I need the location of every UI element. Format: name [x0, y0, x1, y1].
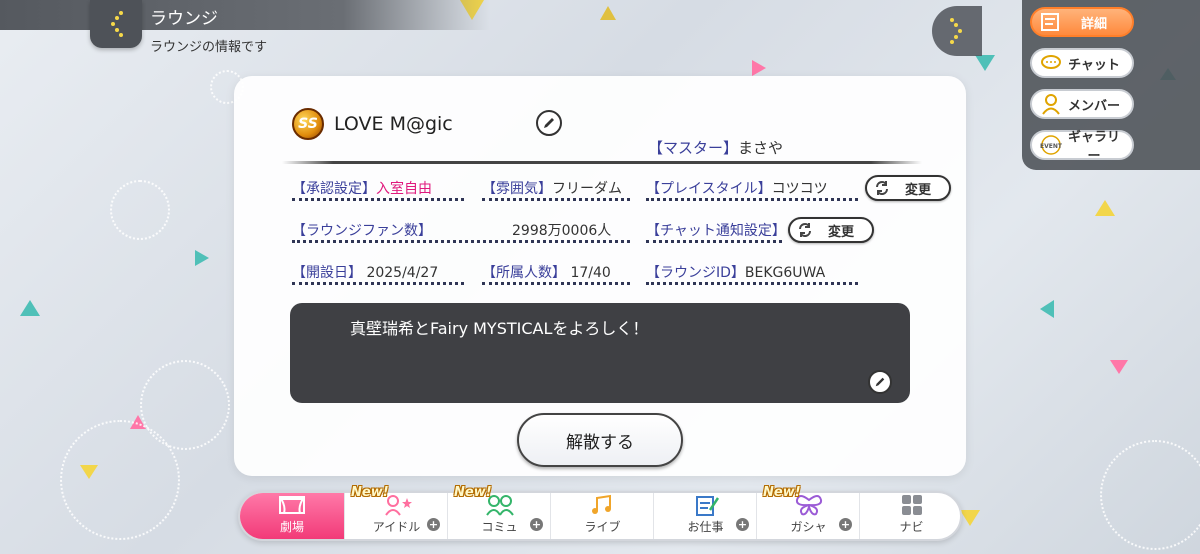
nav-theater[interactable]: 劇場	[240, 493, 344, 539]
side-menu-label: チャット	[1068, 57, 1120, 73]
side-menu-chat[interactable]: チャット	[1030, 48, 1134, 78]
nav-label: ガシャ	[790, 520, 827, 534]
fans-value: 2998万0006人	[512, 223, 612, 239]
disband-button[interactable]: 解散する	[517, 413, 683, 467]
fans-key-field: 【ラウンジファン数】	[292, 220, 432, 240]
nav-label: コミュ	[481, 520, 518, 534]
edit-comment-button[interactable]	[868, 370, 892, 394]
refresh-icon	[794, 222, 816, 238]
fans-key: 【ラウンジファン数】	[292, 223, 432, 239]
dotted-underline	[482, 198, 630, 201]
nav-label: お仕事	[687, 520, 724, 534]
lounge-id-value: BEKG6UWA	[744, 265, 826, 281]
dotted-underline	[292, 198, 464, 201]
nav-label: ナビ	[899, 520, 924, 534]
chat-icon	[1038, 52, 1064, 74]
bottom-nav: 劇場 New! アイドル + New! コミュ + ライブ お仕事 + New!	[238, 485, 963, 541]
page-title: ラウンジ	[150, 9, 218, 29]
back-button[interactable]	[90, 0, 142, 48]
nav-commu[interactable]: New! コミュ +	[447, 485, 551, 539]
nav-navi[interactable]: ナビ	[859, 493, 963, 539]
playstyle-key: 【プレイスタイル】	[646, 181, 772, 197]
event-gallery-icon: EVENT	[1038, 134, 1064, 156]
master-field: 【マスター】まさや	[648, 137, 783, 158]
pencil-icon	[875, 377, 885, 387]
playstyle-field: 【プレイスタイル】コツコツ	[646, 178, 828, 198]
opened-value: 2025/4/27	[366, 265, 439, 281]
header-bar	[0, 0, 490, 30]
side-menu-toggle[interactable]	[932, 6, 982, 56]
side-menu-label: ギャラリー	[1067, 130, 1120, 164]
chat-notify-change-button[interactable]: 変更	[788, 217, 874, 243]
side-menu-gallery[interactable]: EVENT ギャラリー	[1030, 130, 1134, 164]
lounge-name: LOVE M@gic	[334, 113, 453, 135]
pencil-icon	[544, 118, 554, 128]
chat-notify-key: 【チャット通知設定】	[646, 223, 786, 239]
dotted-underline	[646, 282, 858, 285]
nav-live[interactable]: ライブ	[550, 493, 654, 539]
dotted-underline	[646, 198, 858, 201]
change-label: 変更	[904, 182, 931, 198]
members-key: 【所属人数】	[482, 265, 566, 281]
change-label: 変更	[827, 224, 854, 240]
clipboard-icon	[689, 493, 723, 516]
master-key: 【マスター】	[648, 139, 739, 157]
playstyle-value: コツコツ	[771, 181, 828, 197]
new-badge: New!	[763, 485, 801, 500]
new-badge: New!	[351, 485, 389, 500]
chat-notify-field: 【チャット通知設定】	[646, 220, 786, 240]
lounge-comment-box: 真壁瑞希とFairy MYSTICALをよろしく！	[290, 303, 910, 403]
side-menu-label: メンバー	[1067, 98, 1120, 114]
side-menu-member[interactable]: メンバー	[1030, 89, 1134, 119]
plus-icon: +	[530, 518, 543, 531]
nav-label: アイドル	[372, 520, 421, 534]
nav-label: ライブ	[584, 520, 621, 534]
members-field: 【所属人数】 17/40	[482, 262, 611, 282]
mood-value: フリーダム	[552, 181, 622, 197]
theater-icon	[275, 493, 309, 516]
master-value: まさや	[738, 139, 784, 157]
page-subtitle: ラウンジの情報です	[150, 40, 268, 55]
approval-key: 【承認設定】	[292, 181, 376, 197]
approval-value: 入室自由	[376, 181, 432, 197]
nav-idol[interactable]: New! アイドル +	[344, 485, 448, 539]
new-badge: New!	[454, 485, 492, 500]
plus-icon: +	[427, 518, 440, 531]
playstyle-change-button[interactable]: 変更	[865, 175, 951, 201]
nav-gacha[interactable]: New! ガシャ +	[756, 485, 860, 539]
music-note-icon	[586, 493, 620, 516]
edit-name-button[interactable]	[536, 110, 562, 136]
members-value: 17/40	[570, 265, 611, 281]
side-menu-detail[interactable]: 詳細	[1030, 7, 1134, 37]
member-icon	[1038, 93, 1064, 115]
chevron-right-icon	[950, 18, 962, 44]
divider	[282, 161, 922, 164]
refresh-icon	[871, 180, 893, 196]
dotted-underline	[482, 282, 630, 285]
approval-field: 【承認設定】入室自由	[292, 178, 432, 198]
chevron-left-icon	[111, 11, 123, 37]
lounge-id-field: 【ラウンジID】BEKG6UWA	[646, 262, 825, 282]
mood-key: 【雰囲気】	[482, 181, 552, 197]
nav-work[interactable]: お仕事 +	[653, 493, 757, 539]
opened-field: 【開設日】 2025/4/27	[292, 262, 438, 282]
side-menu-label: 詳細	[1080, 16, 1107, 32]
plus-icon: +	[736, 518, 749, 531]
rank-badge: SS	[292, 108, 324, 140]
dotted-underline	[646, 240, 782, 243]
dotted-underline	[292, 282, 464, 285]
dotted-underline	[292, 240, 630, 243]
nav-label: 劇場	[279, 520, 304, 534]
detail-icon	[1038, 11, 1064, 33]
lounge-comment: 真壁瑞希とFairy MYSTICALをよろしく！	[350, 319, 649, 338]
mood-field: 【雰囲気】フリーダム	[482, 178, 622, 198]
plus-icon: +	[839, 518, 852, 531]
svg-text:EVENT: EVENT	[1040, 143, 1063, 150]
lounge-id-key: 【ラウンジID】	[646, 265, 745, 281]
opened-key: 【開設日】	[292, 265, 362, 281]
grid-icon	[895, 493, 929, 516]
